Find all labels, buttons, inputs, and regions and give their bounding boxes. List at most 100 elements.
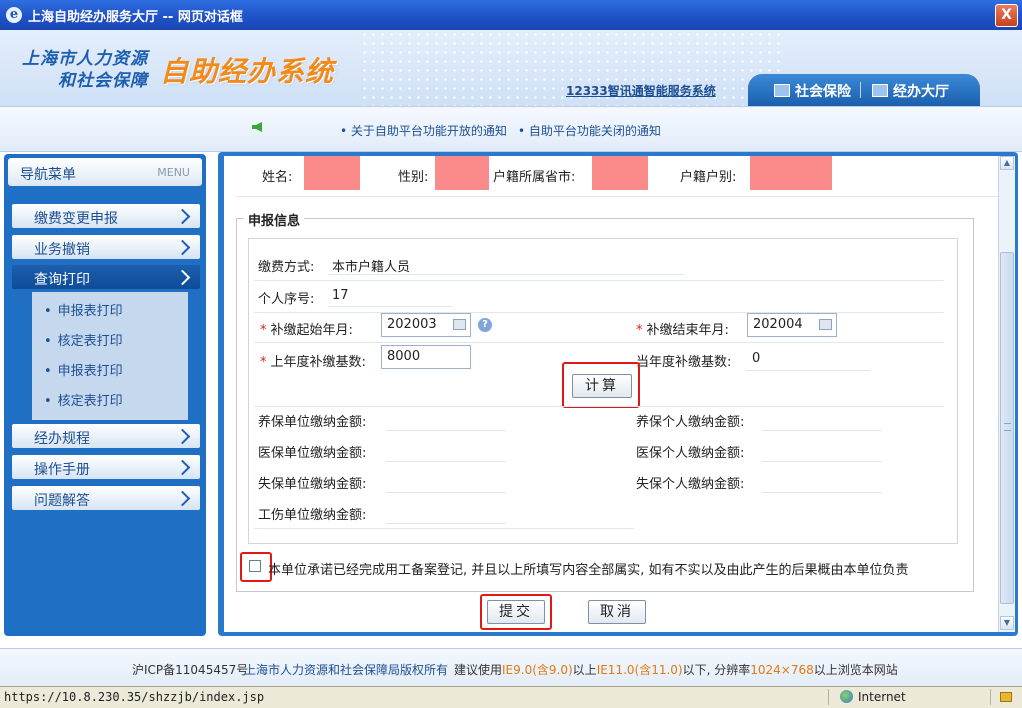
province-redacted bbox=[592, 156, 648, 190]
underline bbox=[386, 430, 506, 431]
top-tabs: 社会保险 经办大厅 bbox=[748, 74, 980, 106]
scroll-up-button[interactable]: ▲ bbox=[1000, 156, 1014, 170]
name-label: 姓名: bbox=[262, 170, 293, 185]
payment-method-label: 缴费方式: bbox=[258, 260, 315, 275]
help-icon[interactable]: ? bbox=[478, 318, 492, 332]
divider bbox=[236, 196, 998, 197]
sidebar-item-label: 操作手册 bbox=[34, 462, 90, 478]
subitem-approval-print-2[interactable]: 核定表打印 bbox=[44, 390, 123, 409]
prev-base-input[interactable]: 8000 bbox=[381, 345, 471, 369]
sidebar: 导航菜单 MENU 缴费变更申报 业务撤销 查询打印 申报表打印 核定表打印 申… bbox=[4, 154, 206, 636]
sidebar-title-en: MENU bbox=[157, 166, 190, 179]
underline bbox=[762, 430, 882, 431]
vertical-scrollbar[interactable]: ▲ ▼ bbox=[998, 156, 1015, 632]
section-title: 申报信息 bbox=[244, 210, 305, 229]
page-footer: 沪ICP备11045457号 上海市人力资源和社会保障局版权所有 建议使用IE9… bbox=[0, 648, 1022, 687]
subitem-report-print-2[interactable]: 申报表打印 bbox=[44, 360, 123, 379]
row-divider bbox=[254, 312, 944, 313]
underline bbox=[746, 370, 870, 371]
building-icon bbox=[872, 84, 888, 97]
cur-base-label: 当年度补缴基数: bbox=[636, 355, 732, 370]
main-frame: 姓名: 性别: 户籍所属省市: 户籍户别: 申报信息 缴费方式: 本市户籍人员 … bbox=[218, 152, 1018, 636]
browser-status-bar: https://10.8.230.35/shzzjb/index.jsp Int… bbox=[0, 686, 1022, 708]
sidebar-subpanel: 申报表打印 核定表打印 申报表打印 核定表打印 bbox=[32, 292, 188, 420]
start-month-input[interactable]: 202003 bbox=[381, 313, 471, 337]
calendar-icon[interactable] bbox=[453, 319, 466, 330]
sidebar-item-manual[interactable]: 操作手册 bbox=[12, 455, 200, 479]
underline bbox=[328, 274, 684, 275]
pension-unit-label: 养保单位缴纳金额: bbox=[258, 415, 367, 430]
computer-icon bbox=[774, 84, 790, 97]
tab-service-hall[interactable]: 经办大厅 bbox=[872, 81, 949, 101]
submit-button[interactable]: 提交 bbox=[487, 600, 545, 624]
sidebar-title: 导航菜单 bbox=[20, 167, 76, 183]
chevron-right-icon bbox=[174, 459, 191, 476]
commitment-checkbox[interactable] bbox=[249, 560, 261, 572]
underline bbox=[386, 492, 506, 493]
start-month-label: * 补缴起始年月: bbox=[260, 323, 353, 338]
tab-social-insurance[interactable]: 社会保险 bbox=[774, 81, 851, 101]
sidebar-item-business-revoke[interactable]: 业务撤销 bbox=[12, 235, 200, 259]
province-label: 户籍所属省市: bbox=[493, 170, 576, 185]
end-month-label: * 补缴结束年月: bbox=[636, 323, 729, 338]
status-separator bbox=[990, 689, 991, 705]
scroll-down-button[interactable]: ▼ bbox=[1000, 616, 1014, 630]
gender-label: 性别: bbox=[398, 170, 429, 185]
sidebar-item-faq[interactable]: 问题解答 bbox=[12, 486, 200, 510]
medical-personal-label: 医保个人缴纳金额: bbox=[636, 446, 745, 461]
unemployment-personal-label: 失保个人缴纳金额: bbox=[636, 477, 745, 492]
copyright-text: 上海市人力资源和社会保障局版权所有 bbox=[244, 663, 449, 677]
scroll-grip bbox=[1004, 423, 1011, 431]
row-divider bbox=[254, 406, 944, 407]
ie-icon: e bbox=[6, 7, 22, 23]
sidebar-item-query-print[interactable]: 查询打印 bbox=[12, 265, 200, 289]
window-title-bar: e 上海自助经办服务大厅 -- 网页对话框 X bbox=[0, 0, 1022, 30]
status-url: https://10.8.230.35/shzzjb/index.jsp bbox=[4, 690, 265, 704]
commitment-text: 本单位承诺已经完成用工备案登记, 并且以上所填写内容全部属实, 如有不实以及由此… bbox=[268, 563, 909, 578]
chevron-right-icon bbox=[174, 208, 191, 225]
subitem-report-print-1[interactable]: 申报表打印 bbox=[44, 300, 123, 319]
chevron-right-icon bbox=[174, 239, 191, 256]
tab-social-insurance-label: 社会保险 bbox=[795, 84, 851, 100]
underline bbox=[386, 461, 506, 462]
household-type-redacted bbox=[750, 156, 832, 190]
lock-icon bbox=[1000, 692, 1012, 702]
system-name: 自助经办系统 bbox=[160, 55, 335, 88]
seq-label: 个人序号: bbox=[258, 292, 315, 307]
name-redacted bbox=[304, 156, 360, 190]
underline bbox=[328, 306, 452, 307]
notice-link-open[interactable]: • 关于自助平台功能开放的通知 bbox=[340, 122, 507, 139]
pension-personal-label: 养保个人缴纳金额: bbox=[636, 415, 745, 430]
status-separator bbox=[828, 689, 829, 705]
form-content: 姓名: 性别: 户籍所属省市: 户籍户别: 申报信息 缴费方式: 本市户籍人员 … bbox=[224, 156, 998, 632]
sidebar-item-procedures[interactable]: 经办规程 bbox=[12, 424, 200, 448]
icp-number: 沪ICP备11045457号 bbox=[132, 663, 249, 677]
org-name-line2: 和社会保障 bbox=[58, 71, 148, 91]
row-divider bbox=[254, 342, 944, 343]
underline bbox=[386, 523, 506, 524]
link-12333[interactable]: 12333智讯通智能服务系统 bbox=[566, 82, 716, 99]
sidebar-header: 导航菜单 MENU bbox=[8, 158, 202, 186]
close-button[interactable]: X bbox=[995, 4, 1018, 27]
security-zone: Internet bbox=[858, 690, 906, 704]
unemployment-unit-label: 失保单位缴纳金额: bbox=[258, 477, 367, 492]
calc-button[interactable]: 计算 bbox=[572, 374, 632, 398]
gender-redacted bbox=[435, 156, 489, 190]
browser-suggestion: 建议使用IE9.0(含9.0)以上IE11.0(含11.0)以下, 分辨率102… bbox=[454, 663, 898, 677]
notice-link-close[interactable]: • 自助平台功能关闭的通知 bbox=[518, 122, 661, 139]
calendar-icon[interactable] bbox=[819, 319, 832, 330]
header-banner: 上海市人力资源 和社会保障 自助经办系统 12333智讯通智能服务系统 社会保险… bbox=[0, 30, 1022, 106]
chevron-right-icon bbox=[174, 428, 191, 445]
seq-value: 17 bbox=[332, 288, 349, 303]
sidebar-item-payment-change[interactable]: 缴费变更申报 bbox=[12, 204, 200, 228]
cancel-button[interactable]: 取消 bbox=[588, 600, 646, 624]
subitem-approval-print-1[interactable]: 核定表打印 bbox=[44, 330, 123, 349]
end-month-input[interactable]: 202004 bbox=[747, 313, 837, 337]
row-divider bbox=[254, 528, 634, 529]
tab-service-hall-label: 经办大厅 bbox=[893, 84, 949, 100]
payment-method-value: 本市户籍人员 bbox=[332, 260, 411, 275]
chevron-right-icon bbox=[174, 490, 191, 507]
household-type-label: 户籍户别: bbox=[680, 170, 737, 185]
injury-unit-label: 工伤单位缴纳金额: bbox=[258, 508, 367, 523]
scroll-thumb[interactable] bbox=[1000, 252, 1014, 604]
